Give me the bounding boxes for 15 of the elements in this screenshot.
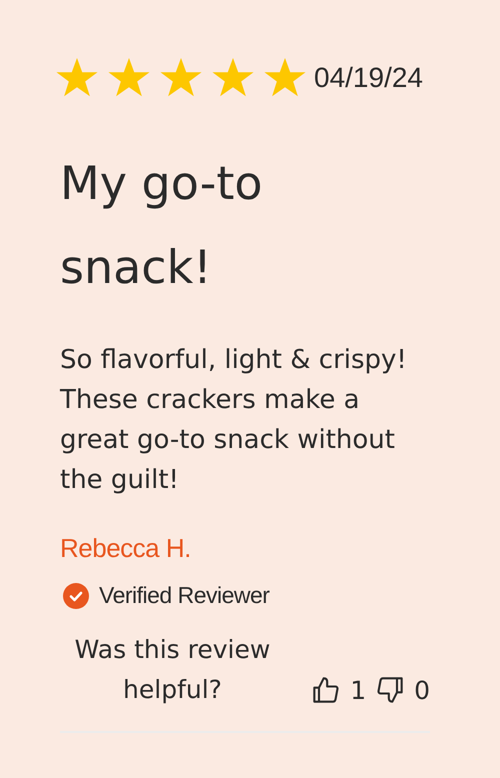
thumbs-up-button[interactable]: 1	[312, 676, 366, 704]
star-icon	[56, 58, 98, 98]
verified-label: Verified Reviewer	[99, 582, 270, 609]
helpful-question: Was this review helpful?	[74, 634, 272, 706]
star-icon	[212, 58, 254, 98]
star-icon	[160, 58, 202, 98]
review-date: 04/19/24	[314, 62, 423, 94]
thumbs-down-icon	[376, 676, 404, 704]
reviewer-name: Rebecca H.	[60, 533, 192, 563]
review-title: My go-to snack!	[60, 155, 264, 296]
review-text: So flavorful, light & crispy! These crackers make a great go-to snack without the guilt!	[60, 344, 408, 497]
star-icon	[264, 58, 306, 98]
thumbs-down-button[interactable]: 0	[376, 676, 430, 704]
thumbs-up-icon	[312, 676, 340, 704]
star-icon	[108, 58, 150, 98]
